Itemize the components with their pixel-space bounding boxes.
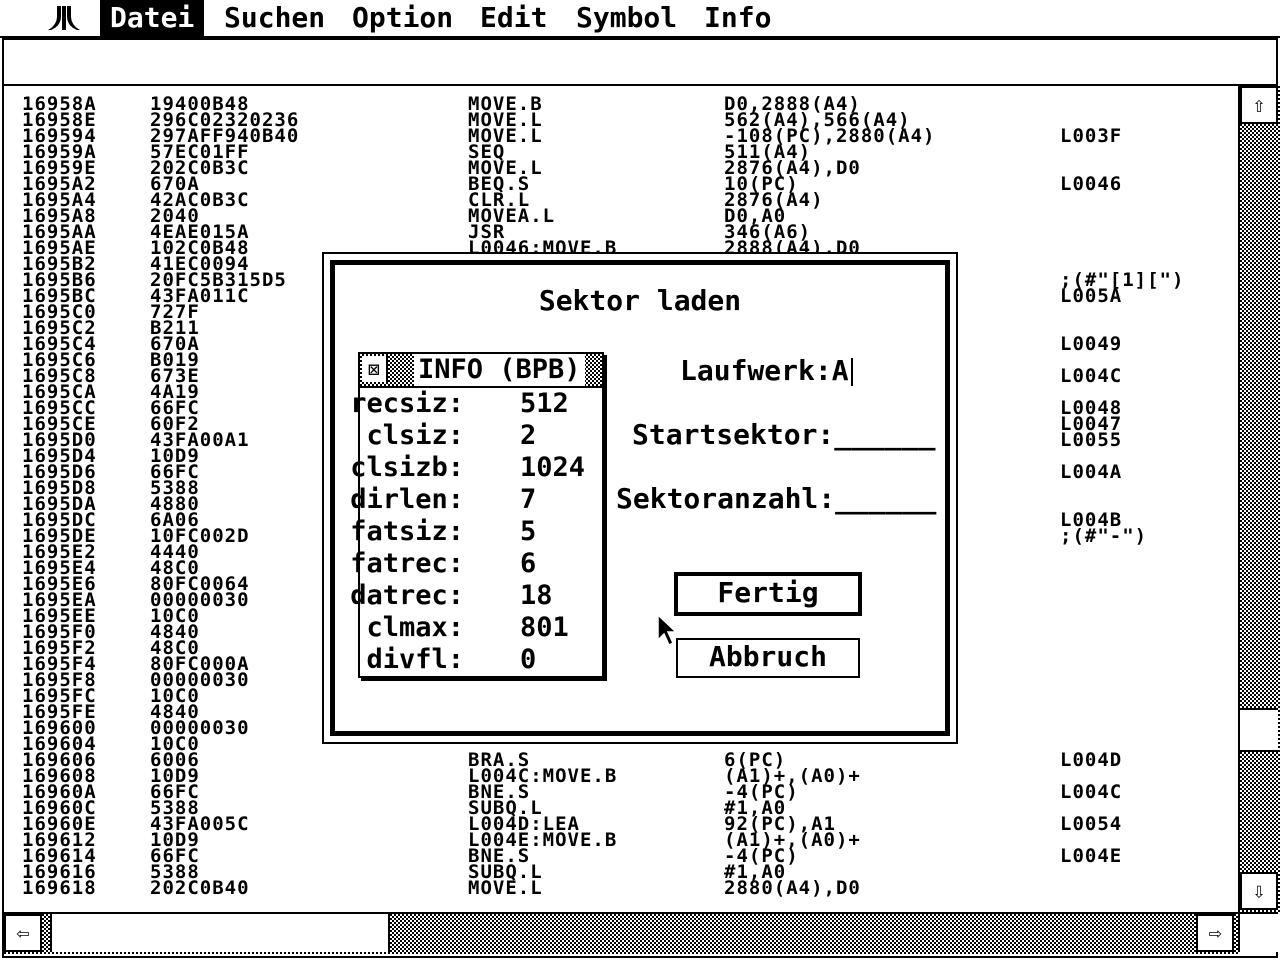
info-row: datrec: 18 [350,580,600,612]
info-value: 18 [520,580,553,611]
info-row: fatrec: 6 [350,548,600,580]
menu-datei[interactable]: Datei [100,0,205,36]
listing-row[interactable]: 169612 10D9 L004E:MOVE.B (A1)+,(A0)+ [20,831,1230,850]
sektoranzahl-label: Sektoranzahl: [616,482,836,515]
listing-mnemonic: MOVE.L [468,877,543,899]
listing-row[interactable]: 16960E 43FA005C L004D:LEA 92(PC),A1 L0054 [20,813,1230,835]
window-title[interactable]: A:\SAMPLES\BLACK3.PRG [4,40,1276,86]
listing-label: ;(#"-") [1060,525,1148,547]
info-key: clmax: [366,612,464,643]
info-value: 2 [520,420,537,451]
listing-label: L003F [1060,125,1123,147]
listing-label: L004C [1060,365,1123,387]
scroll-up-icon[interactable]: ⇧ [1240,86,1278,124]
listing-address: 169618 [22,877,97,899]
info-key: recsiz: [350,388,464,419]
vertical-scrollbar[interactable]: ⇧ ⇩ [1238,86,1280,912]
listing-row[interactable]: 169606 6006 BRA.S 6(PC) L004D [20,749,1230,771]
menu-info[interactable]: Info [694,0,781,36]
listing-operand: 2880(A4),D0 [724,877,861,899]
info-title: INFO (BPB) [414,354,585,386]
info-value: 0 [520,644,537,675]
dialog-title: Sektor laden [538,284,742,317]
info-row: fatsiz: 5 [350,516,600,548]
info-row: dirlen: 7 [350,484,600,516]
startsektor-label: Startsektor: [632,418,835,451]
sektoranzahl-field[interactable]: Sektoranzahl:______ [616,482,936,515]
listing-label: L004D [1060,749,1123,771]
listing-label: L004C [1060,781,1123,803]
listing-row[interactable]: 169618 202C0B40 MOVE.L 2880(A4),D0 [20,877,1230,899]
scroll-left-icon[interactable]: ⇦ [4,914,42,952]
info-key: dirlen: [350,484,464,515]
listing-row[interactable]: 169608 10D9 L004C:MOVE.B (A1)+,(A0)+ [20,767,1230,786]
info-value: 1024 [520,452,586,483]
horizontal-scroll-thumb[interactable] [50,914,390,952]
info-key: clsiz: [366,420,464,451]
info-key: clsizb: [350,452,464,483]
horizontal-scrollbar[interactable]: ⇦ ⇨ [4,912,1238,954]
info-value: 512 [520,388,569,419]
abbruch-button[interactable]: Abbruch [676,638,860,678]
info-value: 6 [520,548,537,579]
listing-row[interactable]: 1695A4 42AC0B3C CLR.L 2876(A4) [20,191,1230,210]
info-value: 7 [520,484,537,515]
mouse-pointer-icon [657,614,678,646]
listing-label: L0046 [1060,173,1123,195]
info-row: clsiz: 2 [360,420,600,452]
laufwerk-field[interactable]: Laufwerk:A [680,354,853,387]
info-titlebar[interactable]: ⊠ INFO (BPB) [360,354,602,388]
close-icon[interactable]: ⊠ [362,356,388,382]
listing-label: L005A [1060,285,1123,307]
info-value: 5 [520,516,537,547]
vertical-scroll-thumb[interactable] [1240,708,1278,752]
scroll-down-icon[interactable]: ⇩ [1240,872,1278,910]
laufwerk-value[interactable]: A [832,354,849,387]
info-row: clmax: 801 [360,612,600,644]
startsektor-value[interactable]: ______ [834,418,935,451]
startsektor-field[interactable]: Startsektor:______ [632,418,935,451]
info-row: recsiz: 512 [350,388,600,420]
listing-row[interactable]: 169614 66FC BNE.S -4(PC) L004E [20,845,1230,867]
atari-fuji-icon[interactable] [46,4,82,32]
menu-bar: Datei Suchen Option Edit Symbol Info [0,0,1280,38]
listing-row[interactable]: 16959E 202C0B3C MOVE.L 2876(A4),D0 [20,159,1230,178]
info-row: divfl: 0 [360,644,600,676]
info-row: clsizb: 1024 [350,452,600,484]
sektoranzahl-value[interactable]: ______ [835,482,936,515]
listing-row[interactable]: 16960A 66FC BNE.S -4(PC) L004C [20,781,1230,803]
laufwerk-label: Laufwerk: [680,354,832,387]
info-key: divfl: [366,644,464,675]
info-value: 801 [520,612,569,643]
info-bpb-window: ⊠ INFO (BPB) recsiz: 512 clsiz: 2 clsizb: 102… [350,352,604,678]
fertig-button[interactable]: Fertig [674,572,862,616]
listing-label: L0055 [1060,429,1123,451]
menu-symbol[interactable]: Symbol [566,0,687,36]
info-key: datrec: [350,580,464,611]
listing-opcode: 202C0B40 [150,877,250,899]
listing-label: L0054 [1060,813,1123,835]
info-key: fatrec: [350,548,464,579]
text-cursor [850,358,853,386]
listing-label: L004E [1060,845,1123,867]
menu-option[interactable]: Option [342,0,463,36]
listing-label: L0049 [1060,333,1123,355]
listing-label: L004A [1060,461,1123,483]
resize-corner[interactable] [1238,912,1278,952]
info-key: fatsiz: [350,516,464,547]
menu-edit[interactable]: Edit [470,0,557,36]
scroll-right-icon[interactable]: ⇨ [1196,914,1234,952]
menu-suchen[interactable]: Suchen [214,0,335,36]
